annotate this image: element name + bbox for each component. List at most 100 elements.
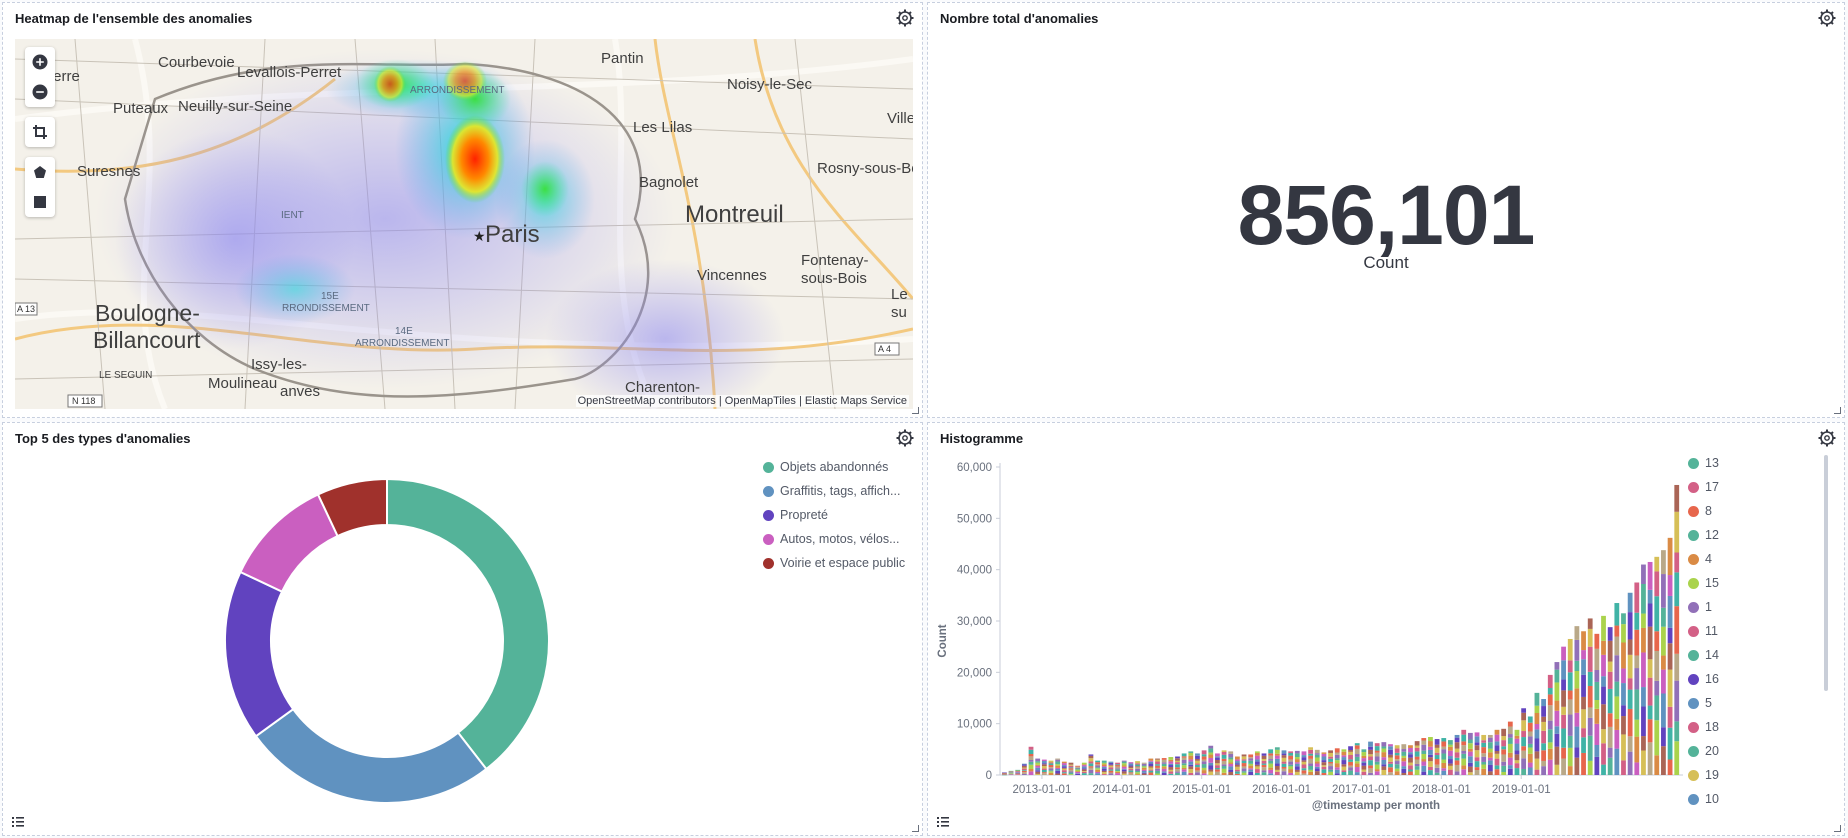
histogram-bar[interactable] [1587, 618, 1593, 775]
pie-slice[interactable] [254, 707, 488, 804]
pie-slice[interactable] [239, 493, 339, 593]
histogram-bar[interactable] [1055, 758, 1061, 775]
histogram-bar[interactable] [1547, 674, 1553, 775]
histogram-bar[interactable] [1408, 745, 1413, 775]
histogram-bar[interactable] [1554, 662, 1560, 775]
legend-item[interactable]: 11 [1688, 619, 1719, 643]
histogram-bar[interactable] [1161, 758, 1167, 775]
histogram-bar[interactable] [1321, 752, 1327, 775]
histogram-bar[interactable] [1534, 692, 1540, 775]
histogram-bar[interactable] [1088, 754, 1094, 775]
histogram-bar[interactable] [1048, 760, 1054, 775]
resize-handle[interactable] [912, 825, 919, 832]
histogram-bar[interactable] [1248, 754, 1254, 775]
histogram-bar[interactable] [1075, 765, 1081, 775]
histogram-bar[interactable] [1494, 729, 1500, 775]
resize-handle[interactable] [912, 407, 919, 414]
legend-item[interactable]: 19 [1688, 763, 1719, 787]
histogram-bar[interactable] [1195, 753, 1200, 775]
legend-item[interactable]: 12 [1688, 523, 1719, 547]
histogram-bar[interactable] [1467, 732, 1473, 775]
histogram-bar[interactable] [1175, 756, 1180, 775]
histogram-bar[interactable] [1301, 751, 1307, 775]
legend-scrollbar[interactable] [1824, 455, 1828, 691]
histogram-bar[interactable] [1035, 758, 1041, 775]
crop-button[interactable] [25, 117, 55, 147]
resize-handle[interactable] [1834, 825, 1841, 832]
histogram-bar[interactable] [1294, 750, 1300, 775]
histogram-bar[interactable] [1421, 738, 1427, 775]
histogram-bar[interactable] [1181, 753, 1187, 775]
attribution-link[interactable]: Elastic Maps Service [805, 395, 907, 407]
resize-handle[interactable] [1834, 407, 1841, 414]
gear-icon[interactable] [1817, 8, 1837, 28]
histogram-bar[interactable] [1627, 592, 1633, 775]
histogram-bar[interactable] [1148, 758, 1154, 775]
histogram-bar[interactable] [1128, 762, 1134, 775]
histogram-bar[interactable] [1501, 728, 1507, 775]
histogram-bar[interactable] [1354, 743, 1360, 775]
histogram-bar[interactable] [1101, 760, 1107, 775]
histogram-bar[interactable] [1541, 699, 1546, 775]
legend-toggle-icon[interactable] [934, 813, 952, 831]
histogram-bar[interactable] [1041, 759, 1047, 775]
histogram-bar[interactable] [1348, 746, 1353, 775]
legend-item[interactable]: 17 [1688, 475, 1719, 499]
histogram-bar[interactable] [1115, 762, 1120, 775]
histogram-bar[interactable] [1334, 748, 1340, 775]
legend-item[interactable]: 15 [1688, 571, 1719, 595]
histogram-bar[interactable] [1661, 550, 1666, 775]
histogram-bar[interactable] [1188, 751, 1194, 775]
zoom-in-button[interactable] [25, 47, 55, 77]
legend-item[interactable]: Objets abandonnés [763, 455, 905, 479]
histogram-bar[interactable] [1401, 744, 1407, 775]
legend-item[interactable]: 8 [1688, 499, 1719, 523]
draw-polygon-button[interactable] [25, 157, 55, 187]
legend-toggle-icon[interactable] [9, 813, 27, 831]
pie-slice[interactable] [224, 570, 295, 738]
histogram-bar[interactable] [1008, 770, 1014, 776]
histogram-bar[interactable] [1621, 613, 1626, 775]
histogram-bar[interactable] [1388, 744, 1393, 775]
histogram-bar[interactable] [1434, 739, 1440, 775]
histogram-bar[interactable] [1002, 772, 1007, 776]
histogram-bar[interactable] [1314, 749, 1320, 775]
draw-rectangle-button[interactable] [25, 187, 55, 217]
histogram-bar[interactable] [1667, 537, 1673, 775]
histogram-bar[interactable] [1208, 745, 1214, 775]
histogram-bar[interactable] [1108, 761, 1114, 775]
histogram-bar[interactable] [1381, 742, 1387, 775]
legend-item[interactable]: 10 [1688, 787, 1719, 811]
histogram-bar[interactable] [1514, 729, 1520, 775]
histogram-bar[interactable] [1474, 732, 1480, 775]
histogram-bar[interactable] [1521, 708, 1527, 775]
legend-item[interactable]: 13 [1688, 451, 1719, 475]
gear-icon[interactable] [895, 8, 915, 28]
histogram-bar[interactable] [1428, 737, 1433, 775]
histogram-bar[interactable] [1254, 751, 1260, 775]
histogram-bar[interactable] [1654, 556, 1660, 775]
legend-item[interactable]: 5 [1688, 691, 1719, 715]
legend-item[interactable]: Graffitis, tags, affich... [763, 479, 905, 503]
histogram-bar[interactable] [1141, 762, 1147, 775]
histogram-bar[interactable] [1328, 750, 1333, 775]
histogram-bar[interactable] [1634, 582, 1640, 776]
pie-slice[interactable] [386, 477, 550, 771]
histogram-bar[interactable] [1061, 761, 1067, 775]
attribution-link[interactable]: OpenStreetMap contributors [578, 395, 716, 407]
histogram-bar[interactable] [1448, 740, 1453, 775]
histogram-bar[interactable] [1481, 734, 1487, 775]
histogram-bar[interactable] [1281, 750, 1287, 775]
histogram-bar[interactable] [1015, 769, 1021, 775]
histogram-bar[interactable] [1068, 762, 1074, 775]
legend-item[interactable]: 1 [1688, 595, 1719, 619]
histogram-bar[interactable] [1221, 750, 1227, 775]
histogram-bar[interactable] [1394, 745, 1400, 775]
histogram-bar[interactable] [1288, 751, 1294, 775]
histogram-bar[interactable] [1641, 564, 1646, 775]
histogram-bar[interactable] [1361, 749, 1367, 775]
histogram-bar[interactable] [1228, 751, 1234, 775]
histogram-bar[interactable] [1095, 760, 1100, 775]
attribution-link[interactable]: OpenMapTiles [725, 395, 796, 407]
histogram-bar[interactable] [1581, 631, 1586, 775]
